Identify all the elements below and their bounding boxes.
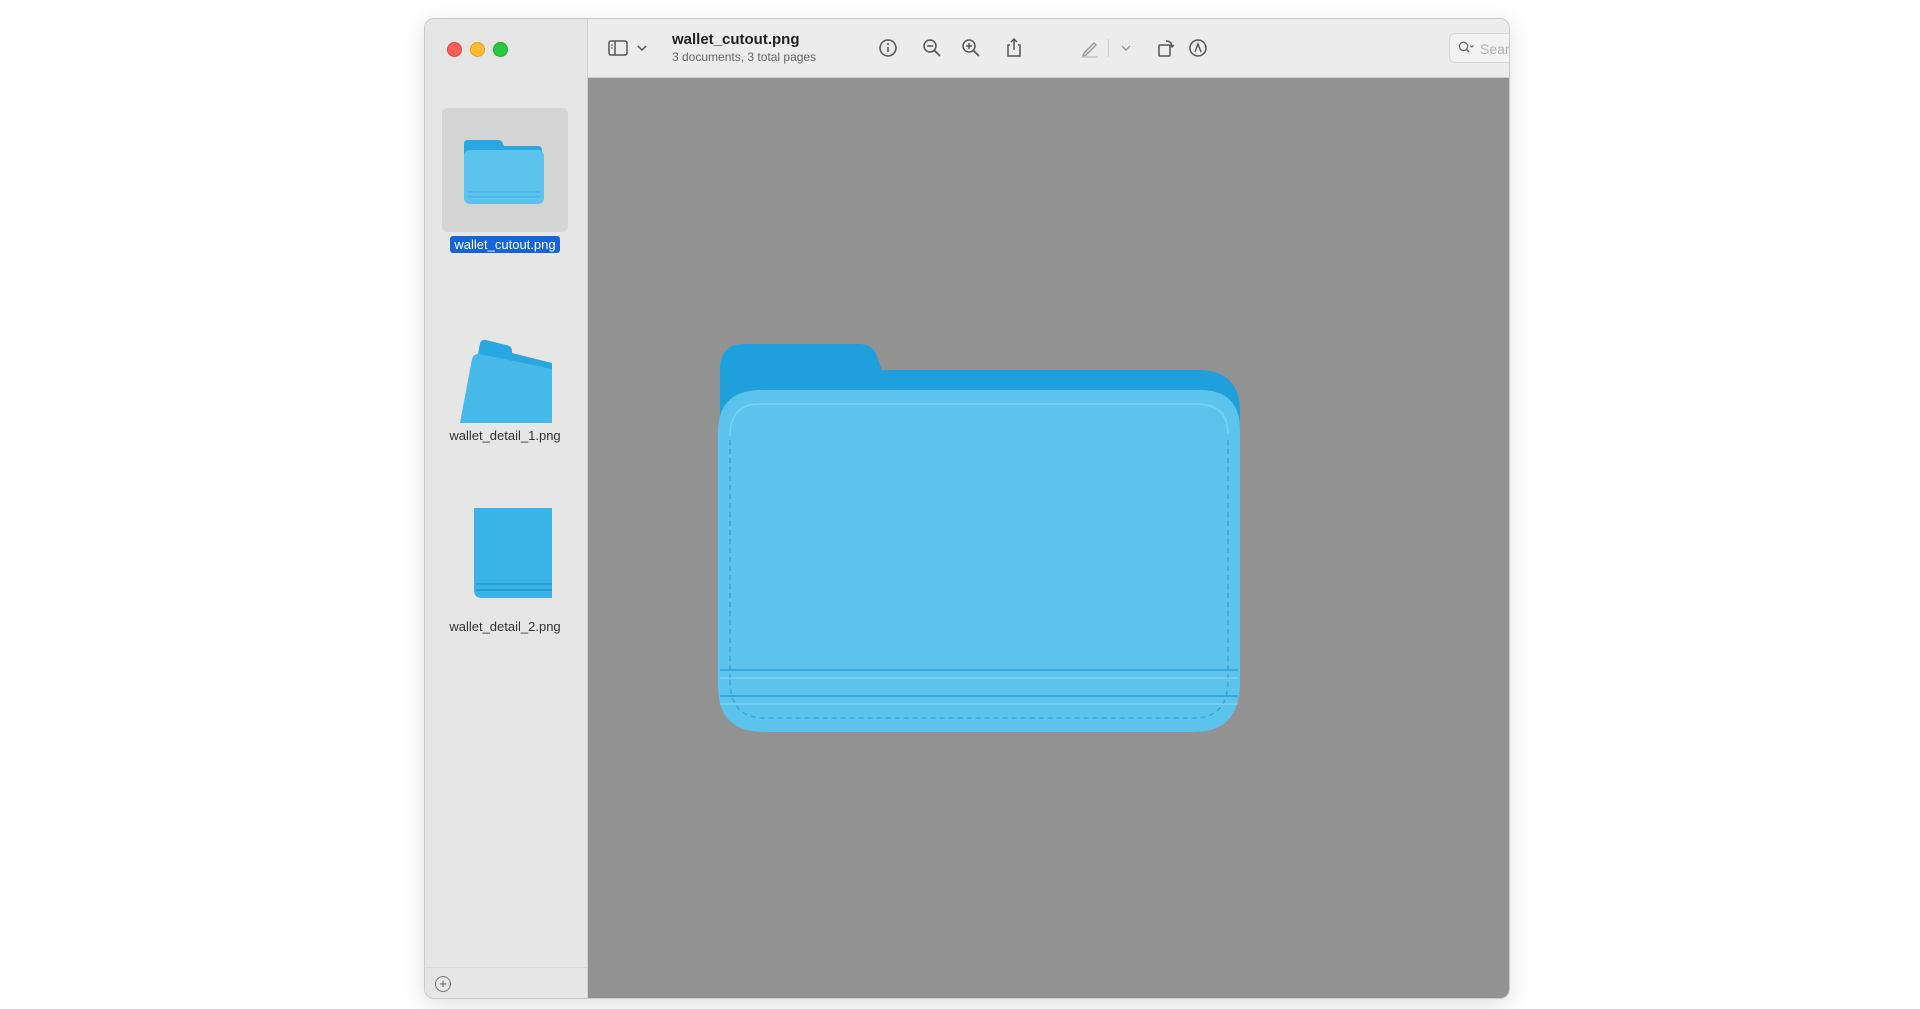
highlight-pen-icon[interactable] (1078, 36, 1102, 60)
wallet-detail-2-thumbnail (474, 508, 552, 598)
markup-icon[interactable] (1186, 36, 1210, 60)
sidebar-item-wallet-detail-2[interactable]: wallet_detail_2.png (442, 490, 568, 636)
chevron-down-icon[interactable] (1114, 36, 1131, 60)
chevron-down-icon[interactable] (630, 36, 647, 60)
wallet-thumbnail (464, 140, 544, 204)
sidebar-item-wallet-cutout[interactable]: wallet_cutout.png (442, 108, 568, 254)
close-window-button[interactable] (447, 42, 462, 57)
share-icon[interactable] (1002, 36, 1026, 60)
search-input[interactable] (1478, 38, 1509, 60)
search-icon (1456, 38, 1476, 58)
toolbar-divider (1108, 39, 1109, 57)
document-title: wallet_cutout.png (672, 31, 800, 48)
search-field[interactable] (1449, 33, 1509, 63)
sidebar-item-label: wallet_detail_2.png (449, 619, 561, 634)
thumbnail-frame (442, 490, 568, 614)
title-block: wallet_cutout.png 3 documents, 3 total p… (672, 31, 816, 64)
zoom-out-icon[interactable] (920, 36, 944, 60)
minimize-window-button[interactable] (470, 42, 485, 57)
info-icon[interactable] (876, 36, 900, 60)
rotate-icon[interactable] (1154, 36, 1178, 60)
thumbnail-frame (442, 299, 568, 423)
sidebar: wallet_cutout.png wallet_detail_1.png wa… (425, 19, 588, 998)
document-subtitle: 3 documents, 3 total pages (672, 50, 817, 64)
sidebar-item-label: wallet_detail_1.png (449, 428, 561, 443)
document-canvas[interactable] (588, 78, 1509, 998)
window-controls (447, 42, 508, 57)
zoom-window-button[interactable] (493, 42, 508, 57)
add-page-button[interactable]: + (435, 976, 451, 992)
sidebar-icon[interactable] (606, 36, 630, 60)
wallet-image (718, 344, 1240, 732)
toolbar: wallet_cutout.png 3 documents, 3 total p… (588, 19, 1509, 78)
wallet-detail-1-thumbnail (460, 339, 552, 423)
sidebar-item-wallet-detail-1[interactable]: wallet_detail_1.png (442, 299, 568, 445)
thumbnail-frame (442, 108, 568, 232)
zoom-in-icon[interactable] (959, 36, 983, 60)
sidebar-item-label: wallet_cutout.png (450, 236, 560, 253)
preview-window: wallet_cutout.png wallet_detail_1.png wa… (424, 18, 1510, 999)
sidebar-footer: + (425, 967, 587, 998)
